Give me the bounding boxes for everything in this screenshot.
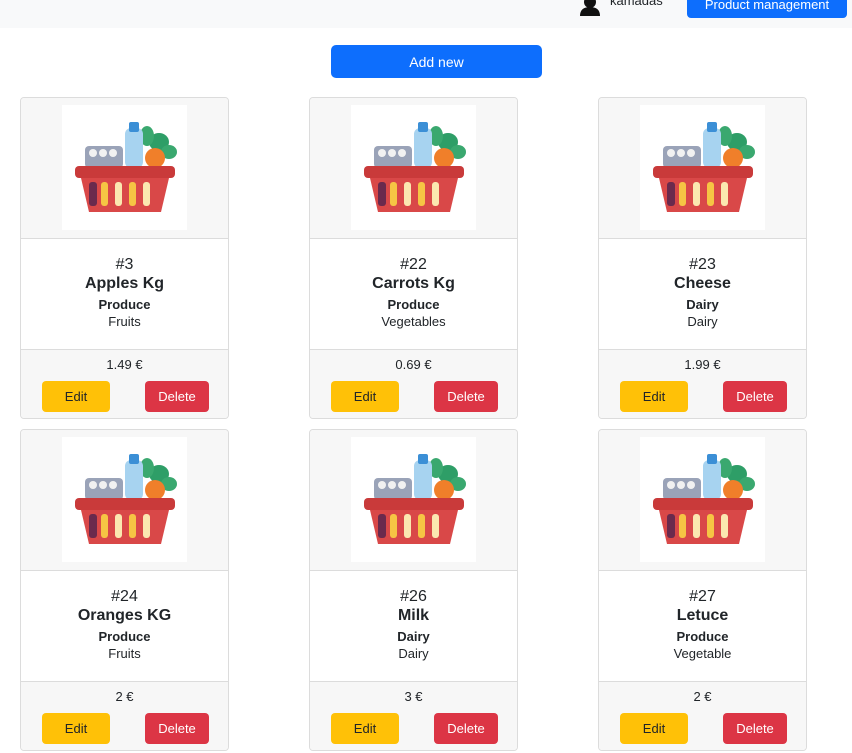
product-card: #24 Oranges KG Produce Fruits 2 € Edit D… xyxy=(20,429,229,751)
grocery-basket-icon xyxy=(652,121,755,212)
product-subcategory: Fruits xyxy=(108,314,141,329)
product-name: Cheese xyxy=(674,275,731,292)
user-icon xyxy=(580,0,600,16)
product-subcategory: Dairy xyxy=(687,314,718,329)
product-price: 1.49 € xyxy=(106,357,143,372)
product-name: Milk xyxy=(397,607,430,624)
card-body: #3 Apples Kg Produce Fruits xyxy=(21,239,228,350)
product-card: #27 Letuce Produce Vegetable 2 € Edit De… xyxy=(598,429,807,751)
card-image-area xyxy=(599,430,806,571)
card-body: #27 Letuce Produce Vegetable xyxy=(599,571,806,682)
product-subcategory: Vegetable xyxy=(673,646,732,661)
grocery-basket-icon xyxy=(363,453,466,544)
product-card: #3 Apples Kg Produce Fruits 1.49 € Edit … xyxy=(20,97,229,419)
product-price: 2 € xyxy=(115,689,134,704)
product-id: #24 xyxy=(111,588,138,605)
grocery-basket-icon xyxy=(652,453,755,544)
product-category: Produce xyxy=(98,629,151,644)
card-footer: 1.49 € Edit Delete xyxy=(21,350,228,418)
delete-button[interactable]: Delete xyxy=(723,381,787,412)
product-category: Dairy xyxy=(397,629,430,644)
card-body: #23 Cheese Dairy Dairy xyxy=(599,239,806,350)
product-image xyxy=(62,437,187,562)
product-category: Produce xyxy=(676,629,729,644)
edit-button[interactable]: Edit xyxy=(331,713,399,744)
grocery-basket-icon xyxy=(74,453,177,544)
product-price: 0.69 € xyxy=(395,357,432,372)
edit-button[interactable]: Edit xyxy=(42,381,110,412)
card-footer: 3 € Edit Delete xyxy=(310,682,517,750)
delete-button[interactable]: Delete xyxy=(434,381,498,412)
product-card: #23 Cheese Dairy Dairy 1.99 € Edit Delet… xyxy=(598,97,807,419)
delete-button[interactable]: Delete xyxy=(723,713,787,744)
card-body: #24 Oranges KG Produce Fruits xyxy=(21,571,228,682)
edit-button[interactable]: Edit xyxy=(620,713,688,744)
card-footer: 2 € Edit Delete xyxy=(599,682,806,750)
edit-button[interactable]: Edit xyxy=(331,381,399,412)
product-image xyxy=(640,105,765,230)
card-image-area xyxy=(21,430,228,571)
card-image-area xyxy=(310,430,517,571)
card-body: #26 Milk Dairy Dairy xyxy=(310,571,517,682)
product-image xyxy=(351,437,476,562)
product-category: Dairy xyxy=(686,297,719,312)
product-card: #26 Milk Dairy Dairy 3 € Edit Delete xyxy=(309,429,518,751)
card-image-area xyxy=(21,98,228,239)
product-id: #26 xyxy=(400,588,427,605)
product-name: Apples Kg xyxy=(84,275,165,292)
product-card: #22 Carrots Kg Produce Vegetables 0.69 €… xyxy=(309,97,518,419)
product-category: Produce xyxy=(387,297,440,312)
add-new-button[interactable]: Add new xyxy=(331,45,542,78)
product-name: Letuce xyxy=(676,607,729,624)
delete-button[interactable]: Delete xyxy=(434,713,498,744)
product-subcategory: Fruits xyxy=(108,646,141,661)
product-price: 1.99 € xyxy=(684,357,721,372)
product-price: 2 € xyxy=(693,689,712,704)
card-footer: 0.69 € Edit Delete xyxy=(310,350,517,418)
product-id: #23 xyxy=(689,256,716,273)
username: kamadas xyxy=(610,0,663,8)
top-navbar: kamadas Product management xyxy=(0,0,852,28)
delete-button[interactable]: Delete xyxy=(145,381,209,412)
product-management-button[interactable]: Product management xyxy=(687,0,847,18)
product-id: #3 xyxy=(115,256,134,273)
edit-button[interactable]: Edit xyxy=(42,713,110,744)
product-category: Produce xyxy=(98,297,151,312)
card-image-area xyxy=(310,98,517,239)
product-name: Oranges KG xyxy=(77,607,172,624)
delete-button[interactable]: Delete xyxy=(145,713,209,744)
card-footer: 2 € Edit Delete xyxy=(21,682,228,750)
card-body: #22 Carrots Kg Produce Vegetables xyxy=(310,239,517,350)
product-subcategory: Dairy xyxy=(398,646,429,661)
product-image xyxy=(351,105,476,230)
product-price: 3 € xyxy=(404,689,423,704)
product-id: #27 xyxy=(689,588,716,605)
card-image-area xyxy=(599,98,806,239)
product-subcategory: Vegetables xyxy=(381,314,446,329)
product-id: #22 xyxy=(400,256,427,273)
card-footer: 1.99 € Edit Delete xyxy=(599,350,806,418)
product-image xyxy=(640,437,765,562)
product-image xyxy=(62,105,187,230)
product-name: Carrots Kg xyxy=(372,275,455,292)
grocery-basket-icon xyxy=(363,121,466,212)
grocery-basket-icon xyxy=(74,121,177,212)
edit-button[interactable]: Edit xyxy=(620,381,688,412)
